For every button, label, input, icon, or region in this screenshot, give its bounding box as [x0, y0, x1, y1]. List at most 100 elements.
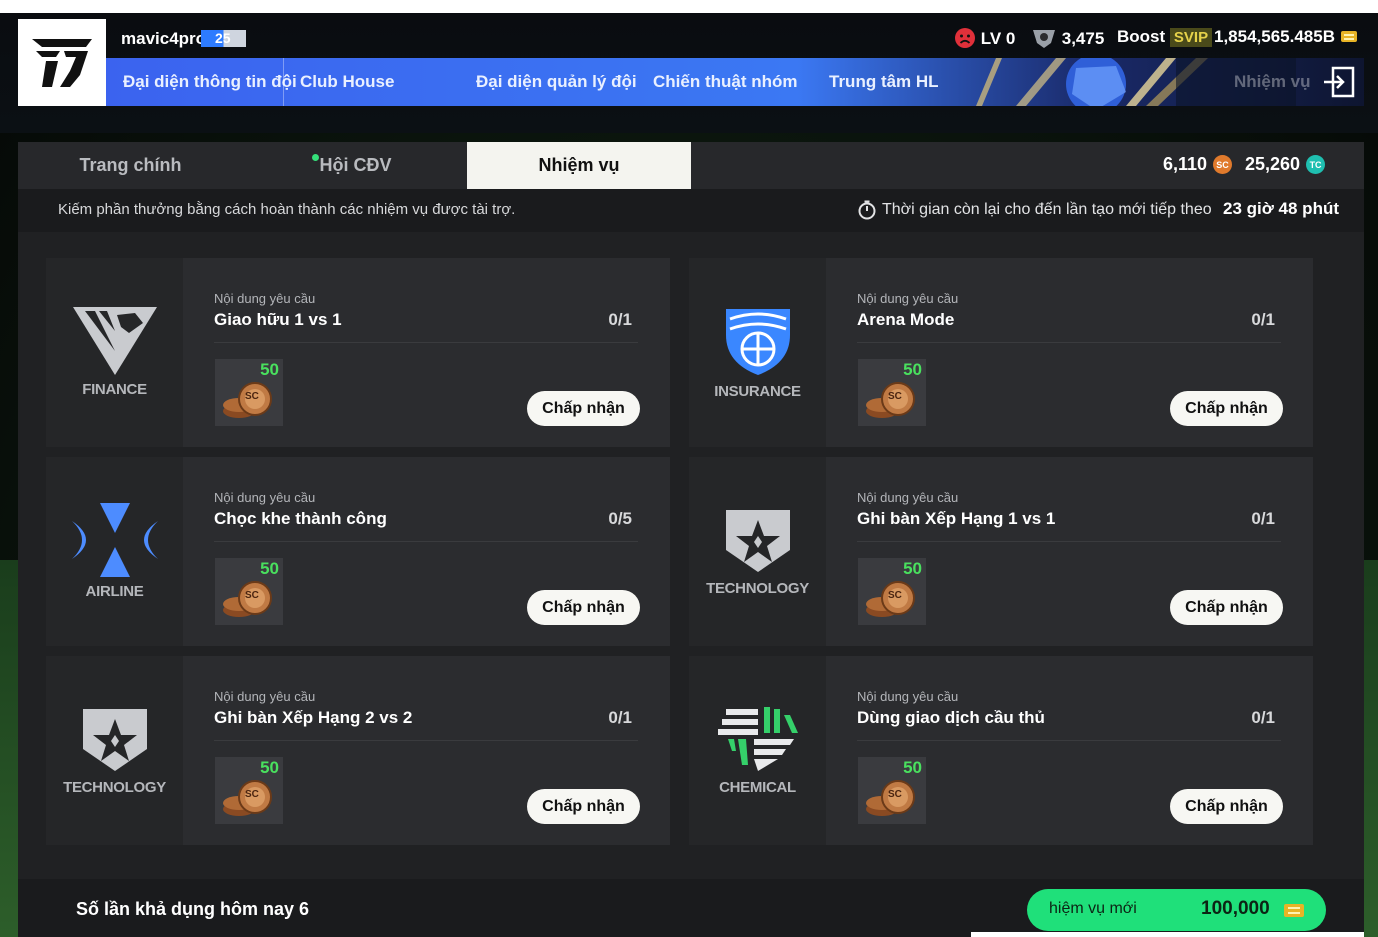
- sponsor-name: TECHNOLOGY: [706, 580, 809, 597]
- reward-coin-label: SC: [888, 391, 902, 402]
- mission-title: Dùng giao dịch cầu thủ: [857, 708, 1045, 727]
- sponsor-logo-area: CHEMICAL: [689, 656, 826, 845]
- available-count-text: Số lần khả dụng hôm nay 6: [76, 899, 310, 919]
- requirement-label: Nội dung yêu cầu: [857, 689, 959, 704]
- accept-button[interactable]: Chấp nhận: [527, 391, 640, 426]
- accept-button[interactable]: Chấp nhận: [1170, 590, 1283, 625]
- airline-logo-icon: [71, 503, 158, 577]
- tab-home[interactable]: Trang chính: [38, 142, 223, 189]
- mission-card: TECHNOLOGY Nội dung yêu cầu Ghi bàn Xếp …: [46, 656, 670, 845]
- requirement-label: Nội dung yêu cầu: [857, 291, 959, 306]
- chemical-logo-icon: [717, 707, 798, 771]
- tab-row: Trang chính Hội CĐV Nhiệm vụ 6,110 SC 25…: [18, 142, 1364, 189]
- accept-button[interactable]: Chấp nhận: [527, 789, 640, 824]
- new-mission-price: 100,000: [1201, 898, 1270, 919]
- exit-icon[interactable]: [1321, 64, 1357, 100]
- requirement-label: Nội dung yêu cầu: [857, 490, 959, 505]
- missions-panel: Trang chính Hội CĐV Nhiệm vụ 6,110 SC 25…: [18, 142, 1364, 937]
- technology-logo-icon: [82, 709, 147, 771]
- grass-background-left: [0, 560, 18, 937]
- missions-description: Kiếm phần thưởng bằng cách hoàn thành cá…: [58, 201, 516, 218]
- nav-team-manager[interactable]: Đại diện quản lý đội: [476, 72, 637, 92]
- timer-value: 23 giờ 48 phút: [1223, 199, 1339, 218]
- tab-fan-club[interactable]: Hội CĐV: [263, 142, 448, 189]
- stopwatch-icon: [858, 200, 876, 220]
- reward-item[interactable]: 50 SC: [858, 359, 926, 426]
- mission-card: TECHNOLOGY Nội dung yêu cầu Ghi bàn Xếp …: [689, 457, 1313, 646]
- requirement-label: Nội dung yêu cầu: [214, 291, 316, 306]
- level-indicator[interactable]: LV 0: [954, 27, 1015, 49]
- points-indicator[interactable]: 3,475: [1031, 27, 1104, 49]
- username: mavic4pro: [121, 29, 207, 48]
- info-row: Kiếm phần thưởng bằng cách hoàn thành cá…: [18, 189, 1364, 232]
- mission-progress: 0/1: [1251, 708, 1275, 727]
- sc-currency: 6,110 SC: [1163, 154, 1233, 175]
- reward-item[interactable]: 50 SC: [215, 558, 283, 625]
- divider: [857, 740, 1281, 741]
- mission-title: Giao hữu 1 vs 1: [214, 310, 342, 329]
- gold-coin-icon: [1284, 904, 1304, 917]
- reward-item[interactable]: 50 SC: [858, 757, 926, 824]
- shield-icon: [1033, 30, 1055, 48]
- mission-card: FINANCE Nội dung yêu cầu Giao hữu 1 vs 1…: [46, 258, 670, 447]
- reward-item[interactable]: 50 SC: [215, 359, 283, 426]
- sponsor-logo-area: FINANCE: [46, 258, 183, 447]
- accept-button[interactable]: Chấp nhận: [1170, 391, 1283, 426]
- mission-title: Arena Mode: [857, 310, 955, 329]
- mission-title: Ghi bàn Xếp Hạng 2 vs 2: [214, 708, 413, 727]
- accept-button[interactable]: Chấp nhận: [1170, 789, 1283, 824]
- sponsor-name: INSURANCE: [714, 383, 801, 400]
- sponsor-logo-area: INSURANCE: [689, 258, 826, 447]
- tc-coin-icon: TC: [1306, 155, 1326, 174]
- sponsor-name: TECHNOLOGY: [63, 779, 166, 796]
- sc-value: 6,110: [1163, 154, 1208, 174]
- reward-coin-label: SC: [888, 590, 902, 601]
- sc-coin-icon: SC: [1213, 155, 1233, 174]
- mission-progress: 0/1: [1251, 310, 1275, 329]
- mission-progress: 0/1: [1251, 509, 1275, 528]
- svip-badge: SVIP: [1169, 28, 1213, 47]
- accept-button[interactable]: Chấp nhận: [527, 590, 640, 625]
- technology-logo-icon: [725, 510, 790, 572]
- nav-team-info[interactable]: Đại diện thông tin đội: [123, 72, 297, 92]
- tc-currency: 25,260 TC: [1245, 154, 1326, 175]
- balance-value: 1,854,565.485B: [1214, 27, 1335, 46]
- finance-logo-icon: [72, 307, 157, 375]
- level-text: LV 0: [980, 29, 1016, 48]
- reward-coin-label: SC: [888, 789, 902, 800]
- nav-divider: [283, 58, 284, 106]
- nav-missions-faded[interactable]: Nhiệm vụ: [1234, 72, 1311, 92]
- divider: [214, 740, 638, 741]
- sponsor-name: CHEMICAL: [719, 779, 796, 796]
- reward-item[interactable]: 50 SC: [858, 558, 926, 625]
- reward-item[interactable]: 50 SC: [215, 757, 283, 824]
- nav-club-house[interactable]: Club House: [300, 72, 394, 92]
- fc-logo[interactable]: [18, 19, 106, 106]
- divider: [214, 541, 638, 542]
- points-value: 3,475: [1061, 29, 1105, 48]
- nav-team-tactics[interactable]: Chiến thuật nhóm: [653, 72, 797, 92]
- sponsor-logo-area: AIRLINE: [46, 457, 183, 646]
- top-navigation: Đại diện thông tin đội Club House Đại di…: [106, 58, 1364, 106]
- divider: [214, 342, 638, 343]
- boost-indicator[interactable]: Boost SVIP: [1117, 27, 1213, 47]
- tab-missions[interactable]: Nhiệm vụ: [467, 142, 691, 189]
- sponsor-logo-area: TECHNOLOGY: [46, 656, 183, 845]
- boost-label: Boost: [1117, 27, 1166, 46]
- bottom-white-strip: [971, 932, 1364, 937]
- grass-background-right: [1364, 560, 1378, 937]
- mission-title: Ghi bàn Xếp Hạng 1 vs 1: [857, 509, 1056, 528]
- timer-label-text: Thời gian còn lại cho đến lần tạo mới ti…: [882, 201, 1212, 218]
- mission-card: CHEMICAL Nội dung yêu cầu Dùng giao dịch…: [689, 656, 1313, 845]
- new-mission-label: hiệm vụ mới: [1049, 900, 1137, 917]
- mission-progress: 0/1: [608, 708, 632, 727]
- new-mission-button[interactable]: hiệm vụ mới 100,000: [1027, 889, 1326, 931]
- sponsor-name: AIRLINE: [85, 583, 144, 600]
- divider: [857, 342, 1281, 343]
- nav-training-center[interactable]: Trung tâm HL: [829, 72, 939, 92]
- balance-indicator[interactable]: 1,854,565.485B: [1214, 27, 1358, 47]
- top-white-strip: [0, 0, 1378, 13]
- reward-coin-label: SC: [245, 590, 259, 601]
- user-level-badge: 25: [201, 30, 246, 47]
- requirement-label: Nội dung yêu cầu: [214, 689, 316, 704]
